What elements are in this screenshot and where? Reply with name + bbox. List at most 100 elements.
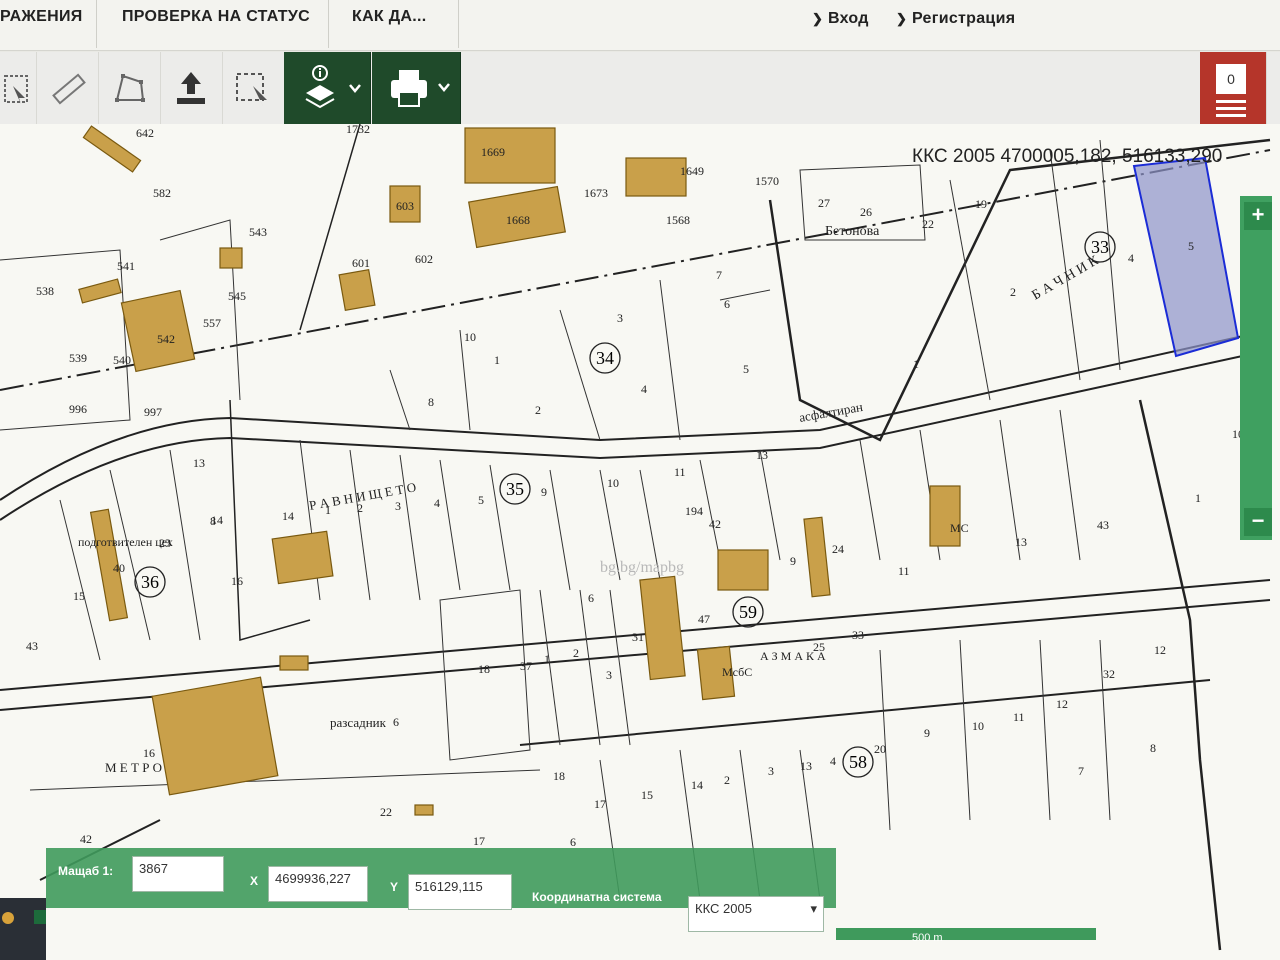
measure-distance-button[interactable] — [36, 52, 99, 124]
parcel-number[interactable]: 12 — [1154, 643, 1166, 657]
nav-item-how-to[interactable]: КАК ДА... — [352, 8, 427, 26]
x-coordinate-field[interactable]: 4699936,227 — [268, 866, 368, 902]
upload-button[interactable] — [160, 52, 223, 124]
parcel-number[interactable]: 1668 — [506, 213, 530, 227]
parcel-number[interactable]: 996 — [69, 402, 87, 416]
parcel-number[interactable]: 1732 — [346, 124, 370, 136]
parcel-number[interactable]: 47 — [698, 612, 710, 626]
parcel-number[interactable]: 5 — [1188, 239, 1194, 253]
parcel-number[interactable]: 545 — [228, 289, 246, 303]
parcel-number[interactable]: 20 — [874, 742, 886, 756]
parcel-number[interactable]: 16 — [231, 574, 243, 588]
parcel-number[interactable]: 543 — [249, 225, 267, 239]
parcel-number[interactable]: 1 — [544, 652, 550, 666]
measure-area-button[interactable] — [98, 52, 161, 124]
parcel-number[interactable]: 14 — [282, 509, 294, 523]
parcel-number[interactable]: 33 — [852, 628, 864, 642]
parcel-number[interactable]: 3 — [395, 499, 401, 513]
parcel-number[interactable]: 31 — [632, 630, 644, 644]
map-canvas[interactable]: Бетонова Р А В Н И Щ Е Т О Б А Ч Н И К М… — [0, 124, 1280, 960]
parcel-number[interactable]: 1568 — [666, 213, 690, 227]
parcel-number[interactable]: 12 — [1056, 697, 1068, 711]
parcel-number[interactable]: 15 — [641, 788, 653, 802]
parcel-number[interactable]: 5 — [743, 362, 749, 376]
parcel-number[interactable]: 3 — [768, 764, 774, 778]
parcel-number[interactable]: 13 — [193, 456, 205, 470]
parcel-number[interactable]: 14 — [691, 778, 703, 792]
parcel-number[interactable]: 9 — [924, 726, 930, 740]
parcel-number[interactable]: 4 — [1128, 251, 1134, 265]
parcel-number[interactable]: 2 — [357, 501, 363, 515]
parcel-number[interactable]: 43 — [1097, 518, 1109, 532]
parcel-number[interactable]: 539 — [69, 351, 87, 365]
parcel-number[interactable]: 13 — [800, 759, 812, 773]
parcel-number[interactable]: 18 — [478, 662, 490, 676]
parcel-number[interactable]: 4 — [434, 496, 440, 510]
parcel-number[interactable]: 542 — [157, 332, 175, 346]
parcel-number[interactable]: 8 — [210, 514, 216, 528]
parcel-number[interactable]: 1 — [325, 503, 331, 517]
parcel-number[interactable]: 11 — [898, 564, 910, 578]
coordinate-system-select[interactable]: ККС 2005 ▾ — [688, 896, 824, 932]
parcel-number[interactable]: 11 — [1013, 710, 1025, 724]
parcel-number[interactable]: 22 — [922, 217, 934, 231]
print-button[interactable] — [372, 52, 461, 124]
parcel-number[interactable]: 557 — [203, 316, 221, 330]
parcel-number[interactable]: 19 — [975, 197, 987, 211]
parcel-number[interactable]: 540 — [113, 353, 131, 367]
parcel-number[interactable]: 3 — [606, 668, 612, 682]
parcel-number[interactable]: 22 — [380, 805, 392, 819]
parcel-number[interactable]: 9 — [790, 554, 796, 568]
parcel-number[interactable]: 4 — [830, 754, 836, 768]
parcel-number[interactable]: 11 — [674, 465, 686, 479]
parcel-number[interactable]: 1 — [1195, 491, 1201, 505]
parcel-number[interactable]: 16 — [143, 746, 155, 760]
parcel-number[interactable]: 2 — [573, 646, 579, 660]
parcel-number[interactable]: 25 — [813, 640, 825, 654]
selection-counter-button[interactable]: 0 — [1200, 52, 1267, 124]
parcel-number[interactable]: 13 — [756, 448, 768, 462]
parcel-number[interactable]: 2 — [1010, 285, 1016, 299]
parcel-number[interactable]: 194 — [685, 504, 703, 518]
parcel-number[interactable]: 1 — [494, 353, 500, 367]
parcel-number[interactable]: 5 — [478, 493, 484, 507]
parcel-number[interactable]: 1 — [913, 357, 919, 371]
parcel-number[interactable]: 10 — [972, 719, 984, 733]
parcel-number[interactable]: 17 — [594, 797, 606, 811]
parcel-number[interactable]: 26 — [860, 205, 872, 219]
cadastral-map[interactable]: Бетонова Р А В Н И Щ Е Т О Б А Ч Н И К М… — [0, 124, 1280, 960]
y-coordinate-field[interactable]: 516129,115 — [408, 874, 512, 910]
parcel-number[interactable]: 18 — [553, 769, 565, 783]
zoom-in-button[interactable]: + — [1244, 202, 1272, 230]
parcel-number[interactable]: 3 — [617, 311, 623, 325]
layers-info-button[interactable] — [284, 52, 371, 124]
parcel-number[interactable]: 7 — [716, 268, 722, 282]
selected-parcel[interactable] — [1132, 156, 1240, 358]
box-select-button[interactable] — [222, 52, 285, 124]
parcel-number[interactable]: 8 — [1150, 741, 1156, 755]
nav-item-partial[interactable]: РАЖЕНИЯ — [0, 8, 83, 26]
register-link[interactable]: ❯ Регистрация — [896, 10, 1015, 28]
parcel-number[interactable]: 13 — [1015, 535, 1027, 549]
scale-input[interactable]: 3867 — [132, 856, 224, 892]
parcel-number[interactable]: 42 — [709, 517, 721, 531]
parcel-number[interactable]: 603 — [396, 199, 414, 213]
parcel-number[interactable]: 2 — [724, 773, 730, 787]
parcel-number[interactable]: 42 — [80, 832, 92, 846]
parcel-number[interactable]: 6 — [570, 835, 576, 849]
nav-item-status-check[interactable]: ПРОВЕРКА НА СТАТУС — [122, 8, 310, 26]
parcel-number[interactable]: 32 — [1103, 667, 1115, 681]
parcel-number[interactable]: 10 — [607, 476, 619, 490]
parcel-number[interactable]: 24 — [832, 542, 844, 556]
parcel-number[interactable]: 601 — [352, 256, 370, 270]
login-link[interactable]: ❯ Вход — [812, 10, 869, 28]
parcel-number[interactable]: 1669 — [481, 145, 505, 159]
parcel-number[interactable]: 2 — [535, 403, 541, 417]
parcel-number[interactable]: 642 — [136, 126, 154, 140]
parcel-number[interactable]: 1570 — [755, 174, 779, 188]
parcel-number[interactable]: 997 — [144, 405, 162, 419]
parcel-number[interactable]: 27 — [818, 196, 830, 210]
parcel-number[interactable]: 582 — [153, 186, 171, 200]
parcel-number[interactable]: 6 — [588, 591, 594, 605]
parcel-number[interactable]: 1673 — [584, 186, 608, 200]
